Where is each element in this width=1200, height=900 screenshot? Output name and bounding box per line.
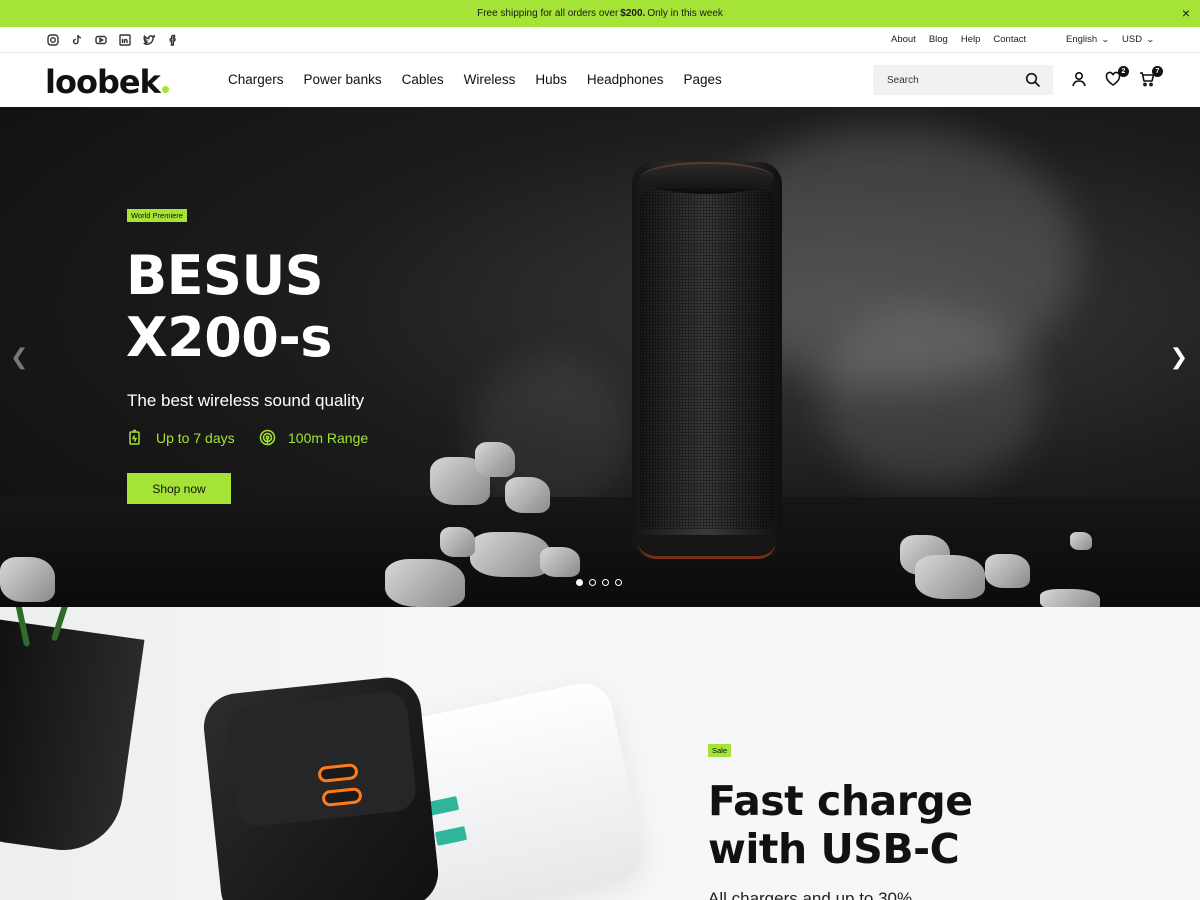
hero-title-line1: BESUS: [126, 244, 324, 307]
logo-text: loobek: [45, 63, 161, 101]
hero-rock: [1070, 532, 1092, 550]
announcement-text-before: Free shipping for all orders over: [477, 8, 619, 19]
hero-title-line2: X200-s: [126, 306, 332, 369]
search-icon[interactable]: [1025, 72, 1041, 88]
speaker-grill: [640, 189, 774, 529]
language-value: English: [1066, 34, 1098, 45]
feature-battery-text: Up to 7 days: [156, 429, 235, 446]
announcement-bar: Free shipping for all orders over $200. …: [0, 0, 1200, 27]
hero-rock: [470, 532, 550, 577]
battery-icon: [129, 429, 140, 445]
nav-item-pages[interactable]: Pages: [683, 72, 721, 87]
hero-rock: [1040, 589, 1100, 607]
promo-description: All chargers and up to 30%: [708, 889, 913, 900]
blog-link[interactable]: Blog: [929, 34, 948, 45]
search-input[interactable]: Search: [873, 65, 1053, 95]
about-link[interactable]: About: [891, 34, 916, 45]
slider-dot[interactable]: [576, 579, 583, 586]
hero-smoke: [820, 307, 1040, 487]
site-header: loobek Chargers Power banks Cables Wirel…: [0, 53, 1200, 107]
currency-select[interactable]: USD ⌄: [1122, 34, 1155, 45]
promo-title-line2: with USB-C: [708, 825, 960, 873]
utility-links: About Blog Help Contact: [891, 34, 1026, 45]
twitter-icon[interactable]: [142, 33, 155, 46]
announcement-text-after: Only in this week: [647, 8, 723, 19]
charger-face: [226, 689, 418, 829]
promo-title: Fast charge with USB-C: [708, 777, 973, 873]
hero-rock: [475, 442, 515, 477]
chevron-left-icon[interactable]: ❮: [10, 344, 28, 370]
currency-value: USD: [1122, 34, 1143, 45]
plant-pot: [0, 616, 145, 858]
tiktok-icon[interactable]: [70, 33, 83, 46]
hero-rock: [505, 477, 550, 513]
feature-range-text: 100m Range: [288, 429, 369, 446]
hero-title: BESUS X200-s: [126, 245, 332, 369]
shop-now-button[interactable]: Shop now: [127, 473, 231, 504]
nav-item-wireless[interactable]: Wireless: [464, 72, 516, 87]
utility-bar: About Blog Help Contact English ⌄ USD ⌄: [0, 27, 1200, 53]
cart-icon[interactable]: 7: [1139, 66, 1163, 89]
hero-floor: [0, 497, 1200, 607]
slider-dot[interactable]: [602, 579, 609, 586]
chevron-right-icon[interactable]: ❯: [1170, 344, 1188, 370]
hero-rock: [915, 555, 985, 599]
help-link[interactable]: Help: [961, 34, 981, 45]
feature-battery: Up to 7 days: [127, 429, 235, 446]
wishlist-icon[interactable]: 2: [1105, 66, 1129, 89]
chevron-down-icon: ⌄: [1146, 35, 1155, 44]
wishlist-count-badge: 2: [1118, 66, 1129, 77]
contact-link[interactable]: Contact: [993, 34, 1026, 45]
logo-dot: [161, 86, 169, 93]
charger-image: [0, 607, 680, 900]
announcement-amount: $200.: [620, 8, 646, 19]
youtube-icon[interactable]: [94, 33, 107, 46]
hero-tag: World Premiere: [127, 209, 187, 222]
hero-rock: [540, 547, 580, 577]
promo-section: Sale Fast charge with USB-C All chargers…: [0, 607, 1200, 900]
language-select[interactable]: English ⌄: [1066, 34, 1110, 45]
search-placeholder: Search: [887, 74, 919, 86]
instagram-icon[interactable]: [46, 33, 59, 46]
account-icon[interactable]: [1071, 71, 1089, 89]
hero-rock: [385, 559, 465, 607]
slider-dot[interactable]: [615, 579, 622, 586]
range-icon: [259, 429, 276, 446]
linkedin-icon[interactable]: [118, 33, 131, 46]
nav-item-power-banks[interactable]: Power banks: [304, 72, 382, 87]
feature-range: 100m Range: [259, 429, 368, 446]
nav-item-cables[interactable]: Cables: [402, 72, 444, 87]
promo-tag: Sale: [708, 744, 732, 757]
nav-item-chargers[interactable]: Chargers: [228, 72, 284, 87]
logo[interactable]: loobek: [45, 63, 169, 101]
cart-count-badge: 7: [1152, 66, 1163, 77]
nav-item-hubs[interactable]: Hubs: [535, 72, 567, 87]
slider-dot[interactable]: [589, 579, 596, 586]
nav-item-headphones[interactable]: Headphones: [587, 72, 664, 87]
hero-banner: World Premiere BESUS X200-s The best wir…: [0, 107, 1200, 607]
slider-dots: [576, 579, 622, 586]
hero-smoke: [470, 357, 630, 517]
hero-rock: [440, 527, 475, 557]
close-icon[interactable]: ×: [1182, 6, 1190, 20]
facebook-icon[interactable]: [166, 33, 179, 46]
hero-rock: [0, 557, 55, 602]
promo-title-line1: Fast charge: [708, 777, 973, 825]
speaker-base: [638, 535, 776, 559]
hero-rock: [985, 554, 1030, 588]
main-nav: Chargers Power banks Cables Wireless Hub…: [228, 72, 742, 87]
chevron-down-icon: ⌄: [1101, 35, 1110, 44]
social-links: [46, 33, 179, 46]
hero-subtitle: The best wireless sound quality: [127, 391, 365, 410]
